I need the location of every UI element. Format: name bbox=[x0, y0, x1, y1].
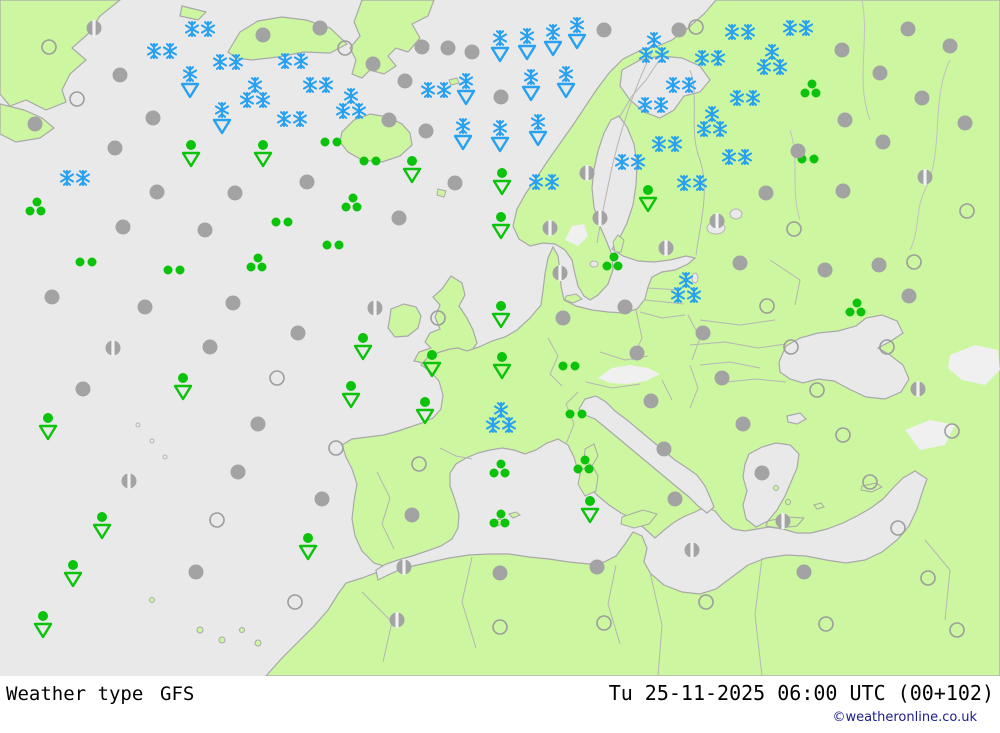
overcast-symbol bbox=[381, 112, 397, 128]
overcast-symbol bbox=[871, 257, 887, 273]
lake-onega bbox=[729, 208, 743, 220]
overcast-symbol bbox=[835, 183, 851, 199]
overcast-symbol bbox=[872, 65, 888, 81]
overcast-symbol bbox=[589, 559, 605, 575]
overcast-symbol bbox=[667, 491, 683, 507]
overcast-symbol bbox=[834, 42, 850, 58]
overcast-symbol bbox=[714, 370, 730, 386]
overcast-symbol bbox=[137, 299, 153, 315]
overcast-symbol bbox=[447, 175, 463, 191]
overcast-symbol bbox=[643, 393, 659, 409]
overcast-symbol bbox=[255, 27, 271, 43]
product-label: Weather type bbox=[6, 683, 144, 705]
overcast-symbol bbox=[817, 262, 833, 278]
overcast-symbol bbox=[671, 22, 687, 38]
caption-bar: Weather type GFS Tu 25-11-2025 06:00 UTC… bbox=[0, 676, 1000, 733]
lake-peipus bbox=[691, 272, 699, 284]
overcast-symbol bbox=[27, 116, 43, 132]
land-canary-4 bbox=[254, 639, 262, 647]
overcast-symbol bbox=[493, 89, 509, 105]
overcast-symbol bbox=[837, 112, 853, 128]
overcast-symbol bbox=[901, 288, 917, 304]
overcast-symbol bbox=[115, 219, 131, 235]
lake-vanern bbox=[589, 260, 599, 268]
overcast-symbol bbox=[202, 339, 218, 355]
overcast-symbol bbox=[735, 416, 751, 432]
land-azores-3 bbox=[162, 454, 168, 460]
overcast-symbol bbox=[754, 465, 770, 481]
overcast-symbol bbox=[656, 441, 672, 457]
land-aegean-isle-3 bbox=[785, 499, 791, 505]
overcast-symbol bbox=[149, 184, 165, 200]
overcast-symbol bbox=[404, 507, 420, 523]
overcast-symbol bbox=[617, 299, 633, 315]
land-canary-2 bbox=[218, 636, 226, 644]
overcast-symbol bbox=[145, 110, 161, 126]
overcast-symbol bbox=[492, 565, 508, 581]
overcast-symbol bbox=[197, 222, 213, 238]
overcast-symbol bbox=[75, 381, 91, 397]
overcast-symbol bbox=[112, 67, 128, 83]
overcast-symbol bbox=[732, 255, 748, 271]
overcast-symbol bbox=[695, 325, 711, 341]
land-azores-1 bbox=[135, 422, 141, 428]
overcast-symbol bbox=[397, 73, 413, 89]
overcast-symbol bbox=[107, 140, 123, 156]
overcast-symbol bbox=[365, 56, 381, 72]
overcast-symbol bbox=[629, 345, 645, 361]
datetime-label: Tu 25-11-2025 06:00 UTC (00+102) bbox=[608, 681, 994, 705]
overcast-symbol bbox=[250, 416, 266, 432]
overcast-symbol bbox=[942, 38, 958, 54]
overcast-symbol bbox=[900, 21, 916, 37]
overcast-symbol bbox=[596, 22, 612, 38]
land-madeira bbox=[149, 597, 155, 603]
overcast-symbol bbox=[418, 123, 434, 139]
overcast-symbol bbox=[312, 20, 328, 36]
model-label: GFS bbox=[160, 683, 195, 705]
overcast-symbol bbox=[875, 134, 891, 150]
overcast-symbol bbox=[555, 310, 571, 326]
overcast-symbol bbox=[957, 115, 973, 131]
overcast-symbol bbox=[188, 564, 204, 580]
land-canary-3 bbox=[239, 627, 245, 633]
overcast-symbol bbox=[414, 39, 430, 55]
overcast-symbol bbox=[464, 44, 480, 60]
overcast-symbol bbox=[44, 289, 60, 305]
land-canary-1 bbox=[196, 626, 204, 634]
overcast-symbol bbox=[230, 464, 246, 480]
land-aegean-isle-2 bbox=[773, 485, 779, 491]
weather-map bbox=[0, 0, 1000, 676]
overcast-symbol bbox=[790, 143, 806, 159]
overcast-symbol bbox=[758, 185, 774, 201]
overcast-symbol bbox=[914, 90, 930, 106]
overcast-symbol bbox=[227, 185, 243, 201]
overcast-symbol bbox=[299, 174, 315, 190]
europe-map-svg bbox=[0, 0, 1000, 676]
overcast-symbol bbox=[391, 210, 407, 226]
weather-map-page: Weather type GFS Tu 25-11-2025 06:00 UTC… bbox=[0, 0, 1000, 733]
copyright-link[interactable]: ©weatheronline.co.uk bbox=[832, 710, 977, 725]
overcast-symbol bbox=[796, 564, 812, 580]
overcast-symbol bbox=[314, 491, 330, 507]
overcast-symbol bbox=[440, 40, 456, 56]
land-azores-2 bbox=[149, 438, 155, 444]
overcast-symbol bbox=[290, 325, 306, 341]
land-faroe bbox=[436, 188, 447, 198]
overcast-symbol bbox=[225, 295, 241, 311]
